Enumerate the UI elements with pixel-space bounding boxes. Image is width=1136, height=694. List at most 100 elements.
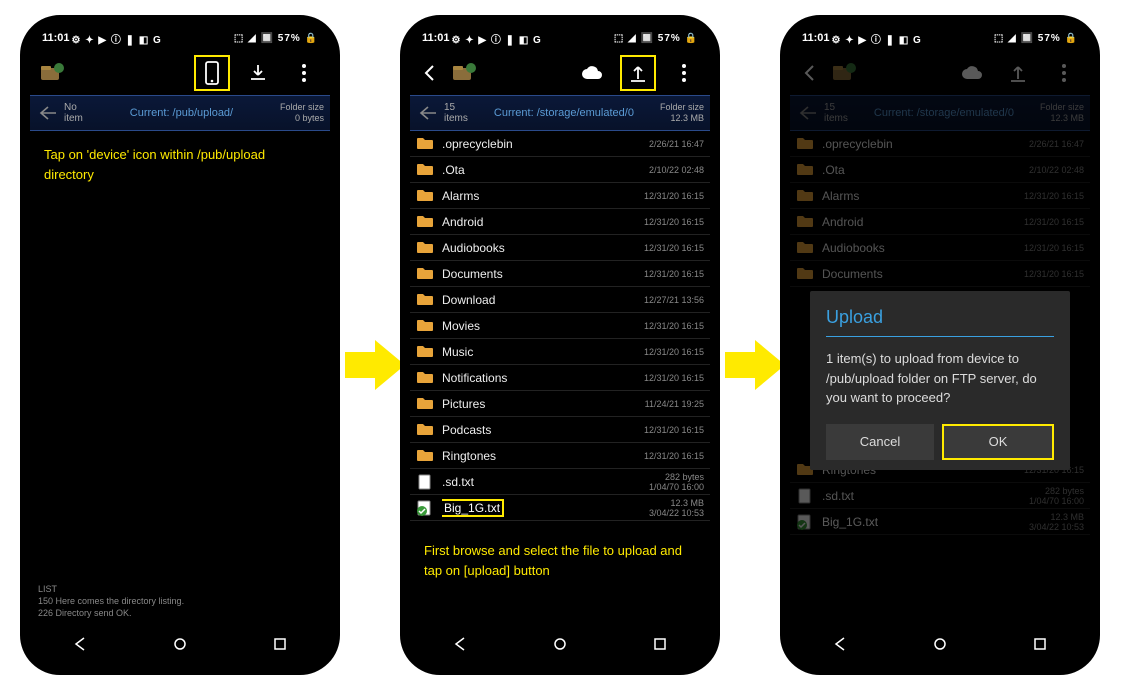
file-row[interactable]: Documents12/31/20 16:15 (410, 261, 710, 287)
item-count-value: item (64, 113, 83, 124)
folder-icon (416, 448, 434, 464)
file-row[interactable]: Movies12/31/20 16:15 (410, 313, 710, 339)
toolbar-back-icon[interactable] (418, 55, 440, 91)
status-bar: 11:01 ⚙ ✦ ▶ ⓘ ❚ ◧ G ⬚ ◢ 🔲 57% 🔒 (790, 25, 1090, 51)
nav-home-icon[interactable] (169, 633, 191, 655)
file-name: Movies (442, 319, 644, 333)
folder-icon (416, 240, 434, 256)
back-arrow-icon[interactable] (36, 101, 60, 125)
current-path: Current: /pub/upload/ (83, 107, 280, 119)
file-row[interactable]: Podcasts12/31/20 16:15 (410, 417, 710, 443)
nav-recent-icon[interactable] (1029, 633, 1051, 655)
path-bar: 15 items Current: /storage/emulated/0 Fo… (410, 95, 710, 131)
file-row[interactable]: .Ota2/10/22 02:48 (410, 157, 710, 183)
file-row[interactable]: Android12/31/20 16:15 (410, 209, 710, 235)
file-name: Alarms (442, 189, 644, 203)
instruction-text: Tap on 'device' icon within /pub/upload … (30, 131, 330, 198)
status-icons-left: ⚙ ✦ ▶ ⓘ ❚ ◧ G (72, 31, 162, 46)
cancel-button[interactable]: Cancel (826, 424, 934, 460)
file-name: .sd.txt (442, 475, 649, 489)
file-list: .oprecyclebin2/26/21 16:47.Ota2/10/22 02… (410, 131, 710, 521)
step-arrow-icon (725, 340, 785, 390)
cloud-icon-button[interactable] (574, 55, 610, 91)
file-meta: 12/31/20 16:15 (644, 191, 704, 201)
upload-dialog: Upload 1 item(s) to upload from device t… (810, 291, 1070, 470)
nav-back-icon[interactable] (449, 633, 471, 655)
file-meta: 12/31/20 16:15 (644, 451, 704, 461)
file-meta: 2/26/21 16:47 (649, 139, 704, 149)
file-row[interactable]: Ringtones12/31/20 16:15 (410, 443, 710, 469)
nav-home-icon[interactable] (549, 633, 571, 655)
app-toolbar (30, 51, 330, 95)
file-row[interactable]: Notifications12/31/20 16:15 (410, 365, 710, 391)
file-name: Podcasts (442, 423, 644, 437)
folder-icon (416, 422, 434, 438)
path-bar: No item Current: /pub/upload/ Folder siz… (30, 95, 330, 131)
folder-icon (416, 162, 434, 178)
folder-size-value: 0 bytes (280, 113, 324, 124)
nav-recent-icon[interactable] (269, 633, 291, 655)
file-row[interactable]: .sd.txt282 bytes1/04/70 16:00 (410, 469, 710, 495)
folder-icon (416, 292, 434, 308)
folder-icon (416, 318, 434, 334)
status-bar: 11:01 ⚙ ✦ ▶ ⓘ ❚ ◧ G ⬚ ◢ 🔲 57% 🔒 (410, 25, 710, 51)
file-row[interactable]: Music12/31/20 16:15 (410, 339, 710, 365)
folder-size-label: Folder size (280, 102, 324, 113)
file-meta: 11/24/21 19:25 (645, 399, 704, 409)
file-name: Audiobooks (442, 241, 644, 255)
ftp-log: LIST 150 Here comes the directory listin… (30, 579, 330, 623)
app-logo-icon (830, 59, 858, 87)
status-bar: 11:01 ⚙ ✦ ▶ ⓘ ❚ ◧ G ⬚ ◢ 🔲 57% 🔒 (30, 25, 330, 51)
app-toolbar (790, 51, 1090, 95)
folder-icon (416, 188, 434, 204)
folder-icon (416, 344, 434, 360)
nav-back-icon[interactable] (829, 633, 851, 655)
folder-icon (416, 396, 434, 412)
file-meta: 12/31/20 16:15 (644, 425, 704, 435)
file-icon (416, 474, 434, 490)
android-navbar (30, 623, 330, 665)
app-logo-icon (450, 59, 478, 87)
folder-icon (416, 266, 434, 282)
ok-button[interactable]: OK (942, 424, 1054, 460)
more-icon-button[interactable] (286, 55, 322, 91)
cloud-icon-button (954, 55, 990, 91)
nav-recent-icon[interactable] (649, 633, 671, 655)
file-row[interactable]: .oprecyclebin2/26/21 16:47 (410, 131, 710, 157)
android-navbar (790, 623, 1090, 665)
back-arrow-icon[interactable] (416, 101, 440, 125)
file-row[interactable]: Audiobooks12/31/20 16:15 (410, 235, 710, 261)
toolbar-back-icon (798, 55, 820, 91)
folder-icon (416, 370, 434, 386)
upload-icon-button[interactable] (620, 55, 656, 91)
file-name: .Ota (442, 163, 649, 177)
file-icon (416, 500, 434, 516)
app-toolbar (410, 51, 710, 95)
phone-frame-1: 11:01 ⚙ ✦ ▶ ⓘ ❚ ◧ G ⬚ ◢ 🔲 57% 🔒 (20, 15, 340, 675)
dialog-backdrop: Upload 1 item(s) to upload from device t… (790, 131, 1090, 623)
device-icon-button[interactable] (194, 55, 230, 91)
file-meta: 2/10/22 02:48 (649, 165, 704, 175)
file-row[interactable]: Download12/27/21 13:56 (410, 287, 710, 313)
step-arrow-icon (345, 340, 405, 390)
file-row[interactable]: Pictures11/24/21 19:25 (410, 391, 710, 417)
file-name: Documents (442, 267, 644, 281)
upload-icon-button (1000, 55, 1036, 91)
path-bar: 15items Current: /storage/emulated/0 Fol… (790, 95, 1090, 131)
app-logo-icon (38, 59, 66, 87)
file-row[interactable]: Alarms12/31/20 16:15 (410, 183, 710, 209)
more-icon-button[interactable] (666, 55, 702, 91)
file-row[interactable]: Big_1G.txt12.3 MB3/04/22 10:53 (410, 495, 710, 521)
phone-frame-3: 11:01 ⚙ ✦ ▶ ⓘ ❚ ◧ G ⬚ ◢ 🔲 57% 🔒 15items … (780, 15, 1100, 675)
file-name: Android (442, 215, 644, 229)
file-name: Notifications (442, 371, 644, 385)
file-meta: 12/31/20 16:15 (644, 347, 704, 357)
download-icon-button[interactable] (240, 55, 276, 91)
nav-home-icon[interactable] (929, 633, 951, 655)
file-name: Ringtones (442, 449, 644, 463)
phone-frame-2: 11:01 ⚙ ✦ ▶ ⓘ ❚ ◧ G ⬚ ◢ 🔲 57% 🔒 (400, 15, 720, 675)
file-meta: 12/31/20 16:15 (644, 217, 704, 227)
file-meta: 12.3 MB3/04/22 10:53 (649, 498, 704, 518)
nav-back-icon[interactable] (69, 633, 91, 655)
status-time: 11:01 (42, 32, 70, 44)
